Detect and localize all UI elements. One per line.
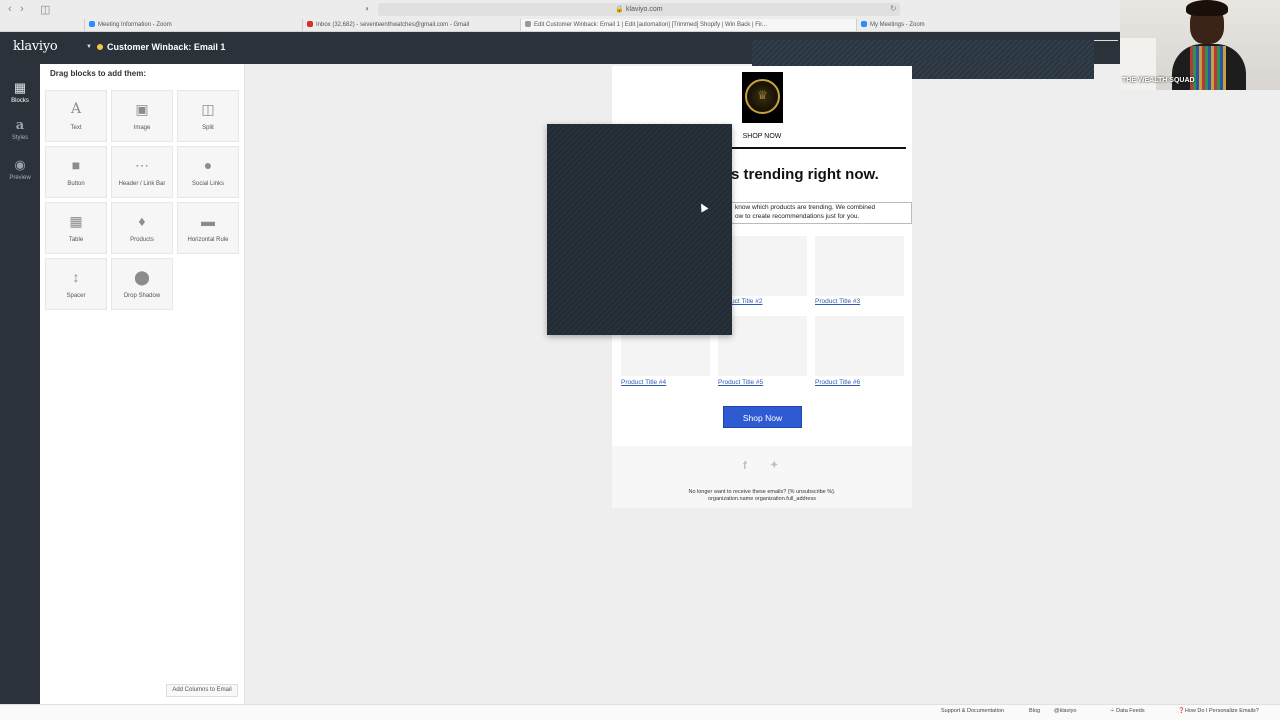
panel-title: Drag blocks to add them: [50, 69, 147, 78]
status-dot [96, 44, 103, 50]
block-image[interactable]: ▣ Image [111, 90, 173, 142]
rail-blocks[interactable]: ▦ Blocks [0, 80, 40, 104]
sidebar-toggle-icon[interactable]: ◫ [40, 3, 50, 16]
tab-gmail[interactable]: Inbox (32,682) - seventeenthwatches@gmai… [302, 19, 520, 31]
footer-personalize-link[interactable]: ❓How Do I Personalize Emails? [1178, 708, 1259, 714]
product-title-4[interactable]: Product Title #4 [621, 379, 666, 386]
zoom-icon [861, 21, 867, 27]
footer-klaviyo-link[interactable]: @klaviyo [1054, 708, 1076, 714]
styles-icon: a [15, 118, 25, 133]
link-bar-icon: ⋯ [135, 157, 149, 173]
table-icon: ▦ [69, 213, 83, 229]
spacer-icon: ↕ [72, 269, 80, 285]
rss-icon: ∻ [1110, 708, 1115, 714]
tab-klaviyo[interactable]: Edit Customer Winback: Email 1 | Edit [a… [520, 19, 856, 31]
block-spacer[interactable]: ↕ Spacer [45, 258, 107, 310]
product-image-6[interactable] [815, 316, 904, 376]
block-social-links[interactable]: ● Social Links [177, 146, 239, 198]
rail-styles[interactable]: a Styles [0, 118, 40, 141]
block-products[interactable]: ♦ Products [111, 202, 173, 254]
footer-data-feeds-link[interactable]: ∻ Data Feeds [1110, 708, 1145, 714]
eye-icon: ◉ [14, 157, 26, 172]
shop-now-button[interactable]: Shop Now [723, 406, 802, 428]
block-button[interactable]: ■ Button [45, 146, 107, 198]
header-actions-redacted [900, 60, 1094, 79]
flow-title[interactable]: ▼ Customer Winback: Email 1 [86, 42, 225, 52]
webcam-label: THE WEALTH SQUAD [1122, 77, 1195, 84]
block-table[interactable]: ▦ Table [45, 202, 107, 254]
email-headline[interactable]: s trending right now. [731, 166, 879, 183]
editor-rail: ▦ Blocks a Styles ◉ Preview [0, 64, 40, 704]
right-empty-area [1120, 90, 1280, 704]
block-horizontal-rule[interactable]: ▬ Horizontal Rule [177, 202, 239, 254]
product-title-5[interactable]: Product Title #5 [718, 379, 763, 386]
unsubscribe-text[interactable]: No longer want to receive these emails? … [612, 489, 912, 503]
reload-icon[interactable]: ↻ [890, 4, 897, 13]
product-title-6[interactable]: Product Title #6 [815, 379, 860, 386]
flow-title-text: Customer Winback: Email 1 [106, 42, 226, 52]
klaviyo-icon [525, 21, 531, 27]
klaviyo-logo[interactable]: klaviyo [13, 39, 58, 54]
rule-icon: ▬ [201, 213, 215, 229]
forward-icon[interactable]: › [20, 3, 24, 15]
block-drop-shadow[interactable]: ⬤ Drop Shadow [111, 258, 173, 310]
footer-support-link[interactable]: Support & Documentation [941, 708, 1004, 714]
tab-zoom-meeting[interactable]: Meeting Information - Zoom [84, 19, 304, 31]
tag-icon: ♦ [138, 213, 146, 229]
shadow-icon: ⬤ [134, 269, 150, 285]
back-icon[interactable]: ‹ [8, 3, 12, 15]
split-icon: ◫ [201, 101, 215, 117]
block-split[interactable]: ◫ Split [177, 90, 239, 142]
product-title-3[interactable]: Product Title #3 [815, 298, 860, 305]
dragged-block-overlay[interactable] [547, 124, 732, 335]
rail-preview[interactable]: ◉ Preview [0, 157, 40, 181]
help-icon: ❓ [1178, 708, 1185, 714]
crown-icon: ♕ [757, 88, 768, 102]
globe-icon: ● [203, 157, 213, 173]
url-text: klaviyo.com [626, 6, 663, 13]
shield-icon: ◑ [364, 4, 369, 13]
menu-icon[interactable] [1094, 40, 1118, 41]
block-header-link-bar[interactable]: ⋯ Header / Link Bar [111, 146, 173, 198]
button-icon: ■ [71, 157, 81, 173]
text-icon: A [70, 101, 82, 117]
gmail-icon [307, 21, 313, 27]
camera-icon: ▣ [135, 101, 149, 117]
twitter-icon[interactable]: ✦ [770, 460, 778, 471]
person-hair [1186, 0, 1228, 16]
block-text[interactable]: A Text [45, 90, 107, 142]
zoom-icon [89, 21, 95, 27]
caret-down-icon: ▼ [86, 44, 92, 50]
person-shirt [1190, 46, 1226, 90]
facebook-icon[interactable]: f [743, 460, 747, 472]
email-intro-text[interactable]: know which products are trending. We com… [731, 202, 912, 224]
tab-zoom-meetings[interactable]: My Meetings - Zoom [856, 19, 1106, 31]
browser-chrome: ‹ › ◫ ◑ 🔒 klaviyo.com ↻ Meeting Informat… [0, 0, 1280, 32]
url-bar[interactable]: 🔒 klaviyo.com [378, 3, 900, 16]
product-title-2[interactable]: uct Title #2 [731, 298, 762, 305]
product-image-3[interactable] [815, 236, 904, 296]
blocks-icon: ▦ [13, 80, 27, 95]
brand-logo[interactable]: ♕ [742, 72, 783, 123]
add-columns-button[interactable]: Add Columns to Email [166, 684, 238, 697]
footer-blog-link[interactable]: Blog [1029, 708, 1040, 714]
app-footer [0, 704, 1280, 720]
lock-icon: 🔒 [615, 6, 625, 13]
